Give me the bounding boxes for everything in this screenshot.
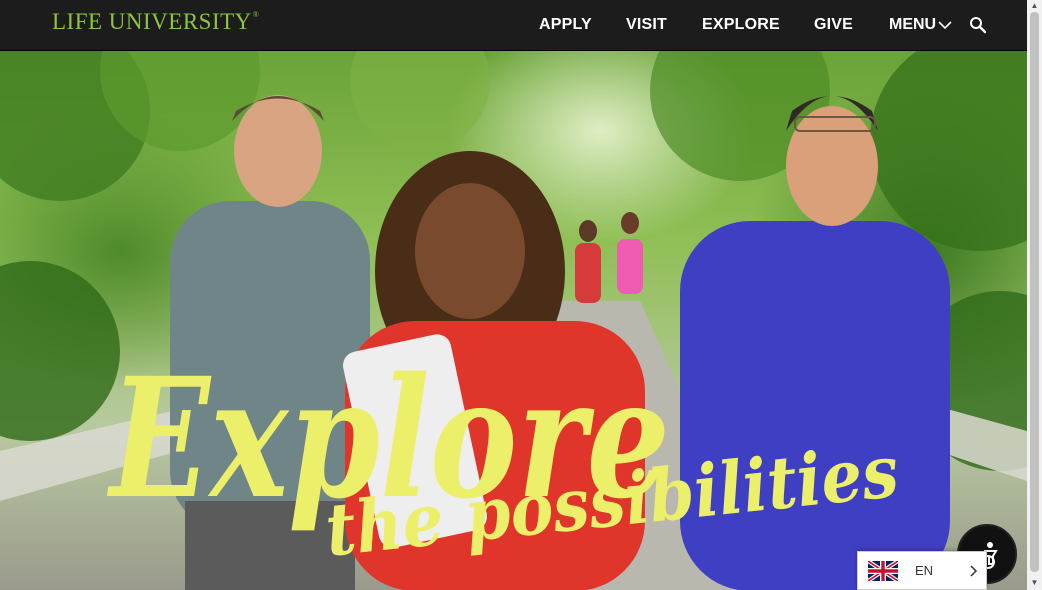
uk-flag-icon bbox=[868, 560, 898, 581]
nav-explore[interactable]: EXPLORE bbox=[702, 16, 780, 34]
chevron-down-icon bbox=[938, 21, 952, 30]
menu-label: MENU bbox=[889, 16, 937, 33]
nav-visit[interactable]: VISIT bbox=[626, 16, 667, 34]
language-code: EN bbox=[915, 563, 934, 578]
hero-banner: Explore the possibilities bbox=[0, 51, 1027, 590]
nav-apply[interactable]: APPLY bbox=[539, 16, 592, 34]
language-switcher[interactable]: EN bbox=[857, 551, 987, 590]
registered-mark: ® bbox=[252, 10, 260, 19]
scrollbar-thumb[interactable] bbox=[1030, 12, 1039, 572]
site-header: LIFE UNIVERSITY® APPLY VISIT EXPLORE GIV… bbox=[0, 0, 1027, 51]
nav-give[interactable]: GIVE bbox=[814, 16, 853, 34]
menu-button[interactable]: MENU bbox=[889, 16, 952, 34]
chevron-right-icon bbox=[970, 565, 978, 577]
scroll-up-arrow-icon[interactable]: ▲ bbox=[1030, 2, 1039, 10]
site-logo[interactable]: LIFE UNIVERSITY® bbox=[52, 9, 259, 35]
scroll-down-arrow-icon[interactable]: ▼ bbox=[1030, 579, 1039, 587]
search-icon[interactable] bbox=[969, 16, 987, 34]
